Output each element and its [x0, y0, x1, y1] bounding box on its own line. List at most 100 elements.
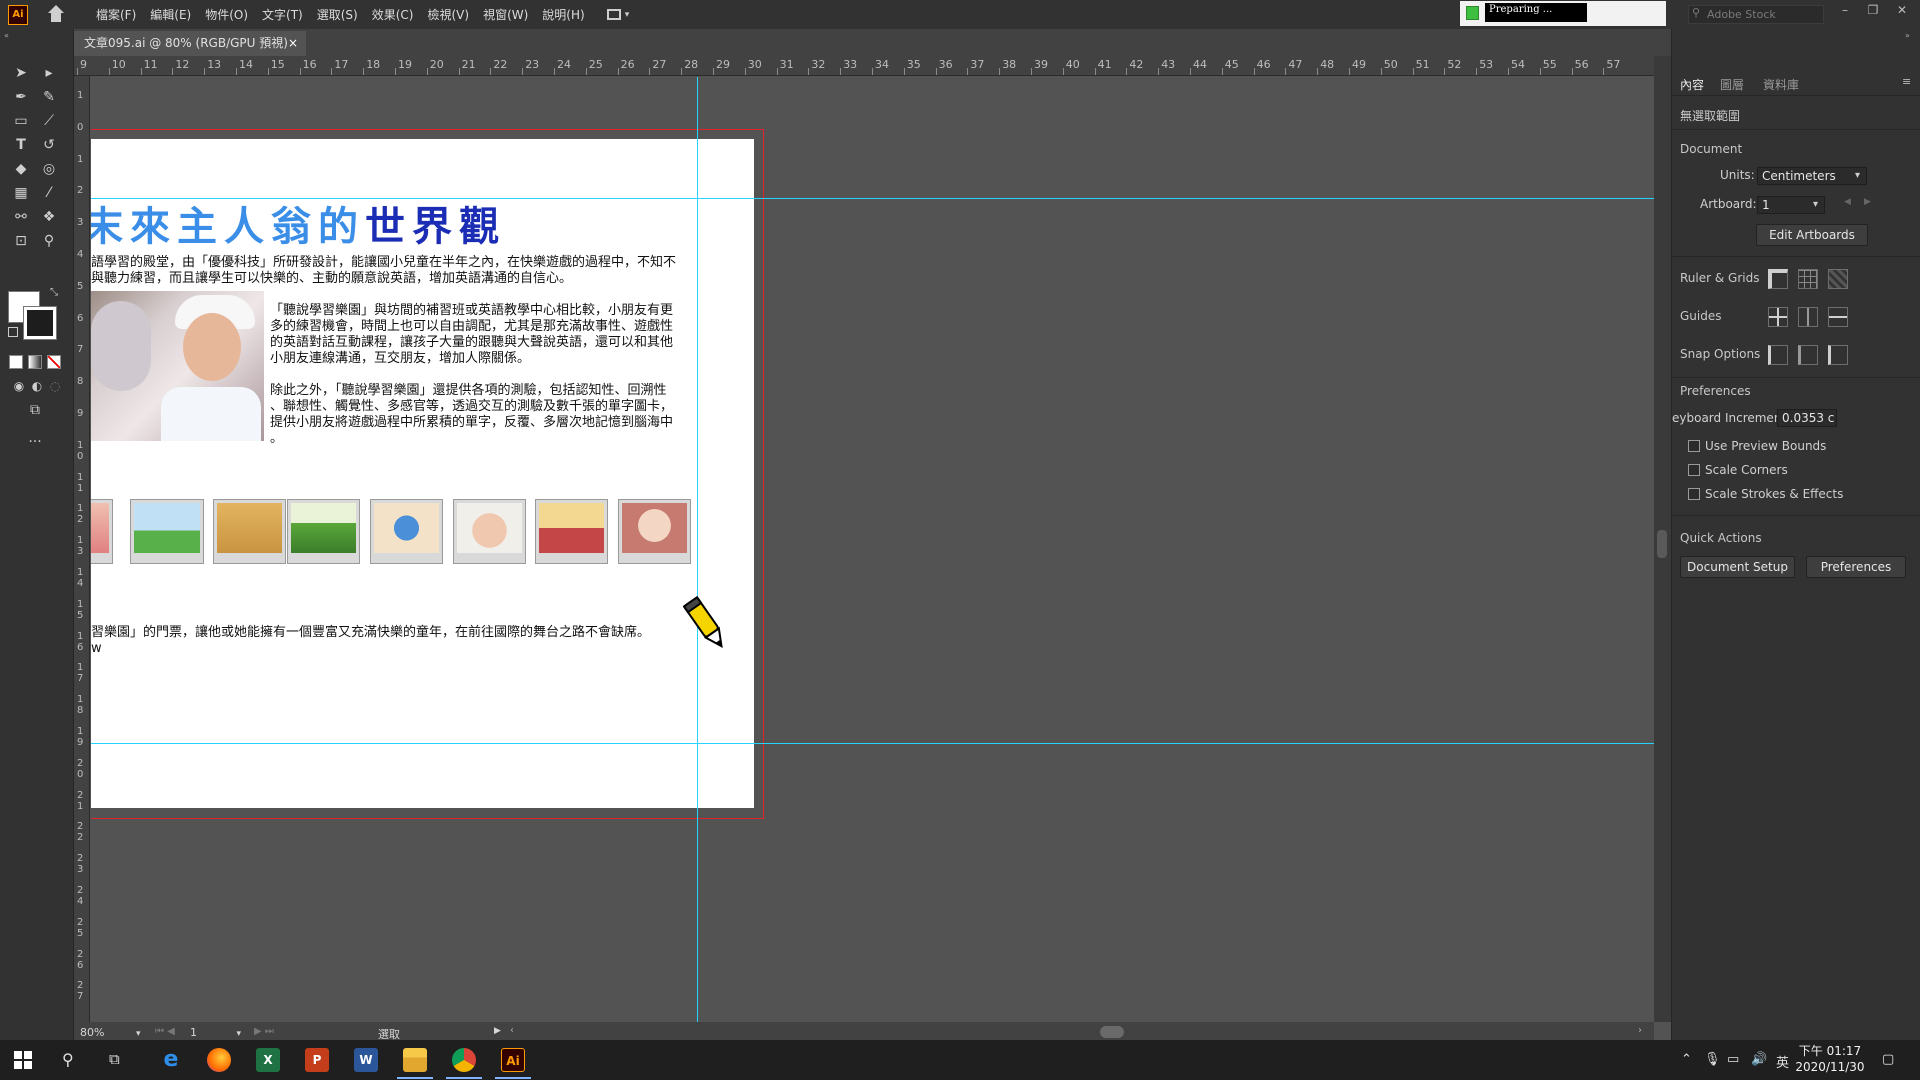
curvature-tool-icon[interactable]: ✎ [38, 86, 60, 108]
horizontal-scrollbar-thumb[interactable] [1100, 1026, 1124, 1038]
thumbnail-4[interactable] [287, 499, 360, 564]
snap-to-glyph-icon[interactable] [1828, 345, 1848, 365]
stroke-color-swatch[interactable] [24, 307, 56, 339]
guide-horizontal-top[interactable] [91, 198, 1654, 199]
screen-mode-icon[interactable]: ⧉ [24, 399, 46, 421]
eraser-tool-icon[interactable]: ◆ [10, 158, 32, 180]
illustrator-app-icon[interactable]: Ai [501, 1048, 525, 1072]
gradient-tool-icon[interactable]: ▦ [10, 182, 32, 204]
para3-line-2[interactable]: 、聯想性、觸覺性、多感官等，透過交互的測驗及數千張的單字圖卡， [270, 399, 673, 415]
rectangle-tool-icon[interactable]: ▭ [10, 110, 32, 132]
transparency-grid-icon[interactable] [1828, 269, 1848, 289]
blend-tool-icon[interactable]: ⚯ [10, 206, 32, 228]
stock-search-input[interactable]: Adobe Stock [1688, 5, 1824, 24]
next-artboard-panel-icon[interactable]: ▶ [1864, 197, 1871, 207]
status-menu-arrow-icon[interactable]: ▶ [494, 1026, 501, 1036]
first-artboard-icon[interactable]: ⏮ ◀ [155, 1026, 175, 1037]
type-tool-icon[interactable]: T [10, 134, 32, 156]
edit-toolbar-icon[interactable]: ··· [24, 431, 46, 453]
para2-line-2[interactable]: 多的練習機會，時間上也可以自由調配，尤其是那充滿故事性、遊戲性 [270, 319, 673, 335]
artboard-number-field[interactable]: 1 ▾ [190, 1026, 241, 1039]
artboard-select[interactable]: 1 ▾ [1757, 196, 1825, 214]
collapse-panel-icon[interactable]: » [1905, 31, 1910, 40]
close-tab-icon[interactable]: × [288, 31, 298, 56]
thumbnail-5[interactable] [370, 499, 443, 564]
firefox-app-icon[interactable] [207, 1048, 231, 1072]
document-setup-button[interactable]: Document Setup [1680, 556, 1795, 578]
notification-icon[interactable]: ▢ [1882, 1052, 1894, 1067]
symbol-sprayer-tool-icon[interactable]: ❖ [38, 206, 60, 228]
windows-start-icon[interactable] [14, 1051, 32, 1069]
horizontal-ruler[interactable]: 9 10 11 12 13 14 15 16 17 18 19 20 21 22 23 24 25 26 27 28 2… [74, 56, 1654, 76]
smart-guides-icon[interactable] [1828, 307, 1848, 327]
para3-line-3[interactable]: 提供小朋友將遊戲過程中所累積的單字，反覆、多層次地記憶到腦海中 [270, 415, 673, 431]
zoom-level-field[interactable]: 80% ▾ [80, 1026, 140, 1039]
draw-inside-icon[interactable]: ◌ [44, 375, 66, 397]
para3-line-1[interactable]: 除此之外，「聽說學習樂園」還提供各項的測驗，包括認知性、回溯性 [270, 383, 667, 399]
vertical-ruler[interactable]: 1012345678910111213141516171819202122232… [74, 76, 90, 1022]
keyboard-increment-input[interactable]: 0.0353 c [1777, 409, 1837, 427]
tab-layers[interactable]: 圖層 [1720, 76, 1744, 93]
direct-selection-tool-icon[interactable]: ▸ [38, 62, 60, 84]
scale-corners-checkbox[interactable] [1688, 464, 1700, 476]
tab-properties[interactable]: 內容 [1680, 76, 1704, 93]
color-mode-icon[interactable] [9, 355, 23, 369]
task-view-icon[interactable]: ⧉ [109, 1050, 120, 1068]
snap-to-point-icon[interactable] [1768, 345, 1788, 365]
units-select[interactable]: Centimeters ▾ [1757, 167, 1867, 185]
guide-vertical[interactable] [697, 77, 698, 1022]
show-hidden-icons-icon[interactable]: ⌃ [1681, 1052, 1692, 1067]
menu-object[interactable]: 物件(O) [205, 6, 248, 23]
artboard-tool-icon[interactable]: ⊡ [10, 230, 32, 252]
rotate-tool-icon[interactable]: ↺ [38, 134, 60, 156]
ruler-icon[interactable] [1768, 269, 1788, 289]
file-explorer-app-icon[interactable] [403, 1048, 427, 1072]
scale-strokes-checkbox[interactable] [1688, 488, 1700, 500]
intro-line-2[interactable]: 與聽力練習，而且讓學生可以快樂的、主動的願意說英語，增加英語溝通的自信心。 [91, 271, 572, 287]
menu-help[interactable]: 說明(H) [542, 6, 584, 23]
collapse-toolbar-icon[interactable]: « [4, 31, 9, 40]
menu-select[interactable]: 選取(S) [317, 6, 358, 23]
chrome-app-icon[interactable] [452, 1048, 476, 1072]
show-guides-icon[interactable] [1768, 307, 1788, 327]
home-icon[interactable] [46, 4, 66, 25]
next-artboard-icon[interactable]: ▶ ⏭ [254, 1026, 274, 1037]
edit-artboards-button[interactable]: Edit Artboards [1756, 224, 1868, 246]
thumbnail-8[interactable] [618, 499, 691, 564]
menu-type[interactable]: 文字(T) [262, 6, 303, 23]
footer-line-2[interactable]: w [91, 641, 102, 657]
panel-menu-icon[interactable]: ≡ [1902, 75, 1911, 88]
intro-line-1[interactable]: 語學習的殿堂，由「優優科技」所研發設計，能讓國小兒童在半年之內，在快樂遊戲的過程… [91, 255, 676, 271]
zoom-tool-icon[interactable]: ⚲ [38, 230, 60, 252]
word-app-icon[interactable]: W [354, 1048, 378, 1072]
menu-edit[interactable]: 編輯(E) [150, 6, 191, 23]
menu-file[interactable]: 檔案(F) [96, 6, 136, 23]
para2-line-4[interactable]: 小朋友連線溝通，互交朋友，增加人際關係。 [270, 351, 530, 367]
para2-line-1[interactable]: 「聽說學習樂園」與坊間的補習班或英語教學中心相比較，小朋友有更 [270, 303, 673, 319]
canvas-vertical-scrollbar-thumb[interactable] [1657, 530, 1667, 558]
close-button[interactable]: ✕ [1893, 3, 1911, 21]
thumbnail-1[interactable] [91, 499, 113, 564]
minimize-button[interactable]: – [1836, 3, 1854, 21]
selection-tool-icon[interactable]: ➤ [10, 62, 32, 84]
network-icon[interactable]: ▭ [1727, 1052, 1739, 1067]
gradient-mode-icon[interactable] [28, 355, 42, 369]
menu-window[interactable]: 視窗(W) [483, 6, 528, 23]
menu-view[interactable]: 檢視(V) [427, 6, 469, 23]
eyedropper-tool-icon[interactable]: ⁄ [38, 182, 60, 204]
restore-button[interactable]: ❐ [1864, 3, 1882, 21]
workspace-switcher[interactable]: ▾ [606, 7, 641, 23]
ime-indicator[interactable]: 英 [1776, 1052, 1789, 1071]
preferences-button[interactable]: Preferences [1806, 556, 1906, 578]
scroll-right-icon[interactable]: › [1638, 1025, 1642, 1036]
thumbnail-3[interactable] [213, 499, 286, 564]
thumbnail-7[interactable] [535, 499, 608, 564]
thumbnail-6[interactable] [453, 499, 526, 564]
grid-icon[interactable] [1798, 269, 1818, 289]
paintbrush-tool-icon[interactable]: ⟋ [38, 110, 60, 132]
child-photo[interactable] [91, 291, 264, 441]
warp-tool-icon[interactable]: ◎ [38, 158, 60, 180]
tab-libraries[interactable]: 資料庫 [1763, 76, 1799, 93]
document-tab[interactable]: 文章095.ai @ 80% (RGB/GPU 預視) × [74, 31, 306, 56]
para3-line-4[interactable]: 。 [270, 431, 283, 447]
